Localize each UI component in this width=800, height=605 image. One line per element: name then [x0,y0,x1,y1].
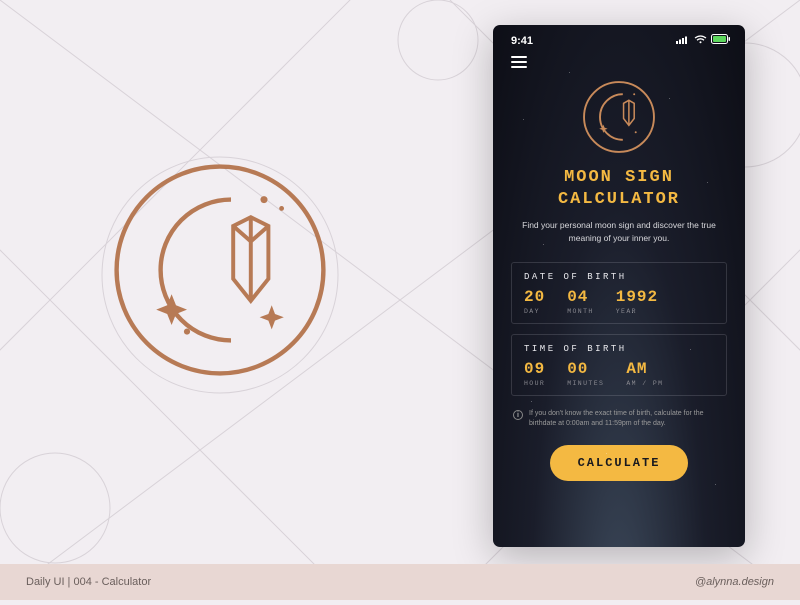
tob-minutes-value: 00 [567,360,604,378]
status-time: 9:41 [511,35,533,47]
wifi-icon [694,35,707,47]
tob-hour-label: HOUR [524,380,545,387]
tob-hour-field[interactable]: 09 HOUR [524,360,545,387]
dob-month-field[interactable]: 04 MONTH [567,288,594,315]
dob-day-field[interactable]: 20 DAY [524,288,545,315]
battery-icon [711,34,731,47]
dob-year-value: 1992 [616,288,658,306]
dob-year-label: YEAR [616,308,658,315]
status-bar: 9:41 [493,25,745,51]
app-subtitle: Find your personal moon sign and discove… [493,211,745,256]
footer-left: Daily UI | 004 - Calculator [26,576,151,588]
time-of-birth-section: TIME OF BIRTH 09 HOUR 00 MINUTES AM AM /… [511,334,727,396]
title-line-1: MOON SIGN [564,168,674,187]
phone-screen: 9:41 [493,25,745,547]
tob-ampm-value: AM [626,360,663,378]
hint-row: i If you don't know the exact time of bi… [493,406,745,429]
tob-minutes-field[interactable]: 00 MINUTES [567,360,604,387]
signal-icon [676,35,690,47]
dob-label: DATE OF BIRTH [524,272,714,282]
dob-year-field[interactable]: 1992 YEAR [616,288,658,315]
dob-month-value: 04 [567,288,594,306]
info-icon: i [513,410,523,420]
tob-label: TIME OF BIRTH [524,344,714,354]
tob-ampm-label: AM / PM [626,380,663,387]
date-of-birth-section: DATE OF BIRTH 20 DAY 04 MONTH 1992 YEAR [511,262,727,324]
dob-month-label: MONTH [567,308,594,315]
tob-ampm-field[interactable]: AM AM / PM [626,360,663,387]
title-line-2: CALCULATOR [558,190,680,209]
tob-hour-value: 09 [524,360,545,378]
hamburger-menu-button[interactable] [493,51,745,77]
moon-crystal-logo-large [110,160,330,380]
dob-day-value: 20 [524,288,545,306]
moon-crystal-logo-small [493,79,745,155]
footer-bar: Daily UI | 004 - Calculator @alynna.desi… [0,564,800,600]
footer-right: @alynna.design [695,576,774,588]
dob-day-label: DAY [524,308,545,315]
tob-minutes-label: MINUTES [567,380,604,387]
app-title: MOON SIGN CALCULATOR [493,167,745,211]
calculate-button[interactable]: CALCULATE [550,445,689,481]
hint-text: If you don't know the exact time of birt… [529,409,725,429]
